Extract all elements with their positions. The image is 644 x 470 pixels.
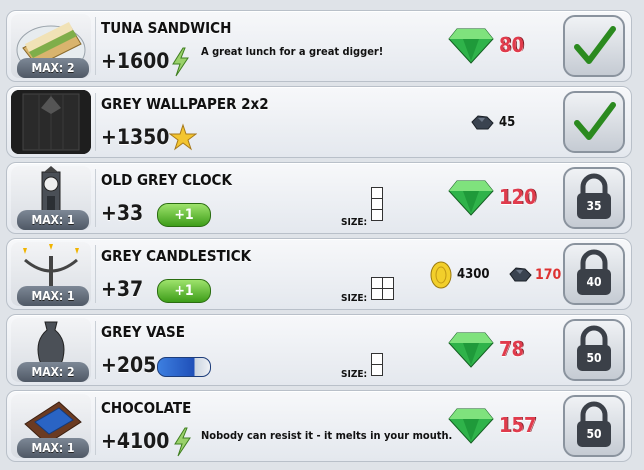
item-price: 45 [499, 115, 516, 130]
gem-icon [448, 408, 494, 444]
shop-row-old-grey-clock[interactable]: MAX: 1 OLD GREY CLOCK +33 +1 SIZE: 120 3… [6, 162, 632, 234]
shop-row-tuna-sandwich[interactable]: MAX: 2 TUNA SANDWICH +1600 A great lunch… [6, 10, 632, 82]
size-label: SIZE: [341, 293, 368, 304]
locked-button[interactable]: 40 [563, 243, 625, 305]
lock-level: 50 [586, 427, 602, 441]
locked-button[interactable]: 50 [563, 319, 625, 381]
max-badge: MAX: 1 [17, 210, 89, 230]
item-value: +4100 [101, 429, 170, 453]
shop-row-chocolate[interactable]: MAX: 1 CHOCOLATE +4100 Nobody can resist… [6, 390, 632, 462]
star-icon [169, 123, 197, 151]
lock-level: 35 [586, 199, 602, 213]
item-value: +1350 [101, 125, 170, 149]
size-label: SIZE: [341, 369, 368, 380]
lock-level: 40 [586, 275, 602, 289]
max-badge: MAX: 2 [17, 58, 89, 78]
item-value: +205 [101, 353, 157, 377]
shop-row-grey-vase[interactable]: MAX: 2 GREY VASE +205 SIZE: 78 50 [6, 314, 632, 386]
max-badge: MAX: 1 [17, 438, 89, 458]
buy-check-button[interactable] [563, 15, 625, 77]
grey-wallpaper-thumbnail [11, 90, 91, 154]
item-value: +1600 [101, 49, 170, 73]
check-icon [574, 102, 616, 140]
old-grey-clock-thumbnail: MAX: 1 [11, 166, 91, 230]
item-name: GREY CANDLESTICK [101, 247, 252, 265]
max-badge: MAX: 2 [17, 362, 89, 382]
item-price-coal: 170 [535, 267, 562, 283]
lock-level: 50 [586, 351, 602, 365]
item-price-coins: 4300 [457, 267, 490, 282]
lock-icon [577, 173, 611, 219]
item-value: +37 [101, 277, 144, 301]
coin-icon [430, 261, 452, 289]
item-name: GREY WALLPAPER 2x2 [101, 95, 269, 113]
lock-icon [577, 325, 611, 371]
item-value: +33 [101, 201, 144, 225]
energy-bonus-pill: +1 [157, 203, 211, 227]
gem-icon [448, 28, 494, 64]
item-price: 78 [499, 337, 525, 361]
max-badge: MAX: 1 [17, 286, 89, 306]
locked-button[interactable]: 50 [563, 395, 625, 457]
gem-icon [448, 180, 494, 216]
tuna-sandwich-thumbnail: MAX: 2 [11, 14, 91, 78]
locked-button[interactable]: 35 [563, 167, 625, 229]
energy-bonus-pill: +1 [157, 279, 211, 303]
item-price: 80 [499, 33, 525, 57]
lock-icon [577, 401, 611, 447]
blue-bonus-pill [157, 357, 211, 377]
item-name: CHOCOLATE [101, 399, 192, 417]
buy-check-button[interactable] [563, 91, 625, 153]
lightning-icon [172, 47, 189, 77]
item-price: 157 [499, 413, 537, 437]
item-description: Nobody can resist it - it melts in your … [201, 429, 453, 442]
coal-icon [471, 115, 494, 130]
lightning-icon [174, 427, 191, 457]
item-price: 120 [499, 185, 537, 209]
shop-item-list: MAX: 2 TUNA SANDWICH +1600 A great lunch… [0, 0, 644, 470]
chocolate-thumbnail: MAX: 1 [11, 394, 91, 458]
item-name: OLD GREY CLOCK [101, 171, 232, 189]
item-description: A great lunch for a great digger! [201, 45, 384, 58]
coal-icon [509, 267, 532, 282]
shop-row-grey-wallpaper[interactable]: GREY WALLPAPER 2x2 +1350 45 [6, 86, 632, 158]
lock-icon [577, 249, 611, 295]
check-icon [574, 26, 616, 64]
grey-vase-thumbnail: MAX: 2 [11, 318, 91, 382]
grey-candlestick-thumbnail: MAX: 1 [11, 242, 91, 306]
item-name: TUNA SANDWICH [101, 19, 232, 37]
item-name: GREY VASE [101, 323, 185, 341]
size-label: SIZE: [341, 217, 368, 228]
wallpaper-icon [11, 90, 91, 154]
shop-row-grey-candlestick[interactable]: MAX: 1 GREY CANDLESTICK +37 +1 SIZE: 430… [6, 238, 632, 310]
gem-icon [448, 332, 494, 368]
